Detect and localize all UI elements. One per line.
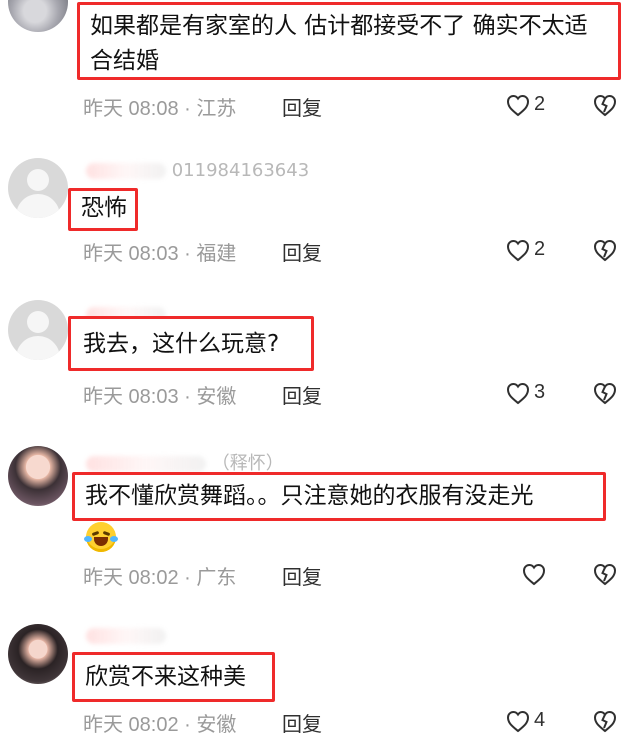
comment-time-location: 昨天 08:02 · 安徽 xyxy=(83,714,237,736)
avatar[interactable] xyxy=(8,300,68,360)
avatar[interactable] xyxy=(8,624,68,684)
heart-outline-icon[interactable] xyxy=(521,562,547,586)
username-text: 011984163643 xyxy=(171,160,310,181)
laughing-crying-emoji xyxy=(84,522,118,552)
reply-button[interactable]: 回复 xyxy=(282,92,322,121)
like-count: 4 xyxy=(534,709,546,731)
like-count: 2 xyxy=(534,238,546,260)
broken-heart-icon[interactable] xyxy=(592,381,618,405)
heart-outline-icon[interactable] xyxy=(505,381,531,405)
like-count: 3 xyxy=(534,381,546,403)
comment-highlight-box: 如果都是有家室的人 估计都接受不了 确实不太适合结婚 xyxy=(77,2,621,80)
comment-time-location: 昨天 08:03 · 福建 xyxy=(83,243,237,265)
avatar[interactable] xyxy=(8,446,68,506)
broken-heart-icon[interactable] xyxy=(592,709,618,733)
comment-item: （释怀） 我不懂欣赏舞蹈。。只注意她的衣服有没走光 昨天 08:02 · 广东 … xyxy=(0,432,627,602)
like-count: 2 xyxy=(534,93,546,115)
heart-outline-icon[interactable] xyxy=(505,238,531,262)
avatar[interactable] xyxy=(8,158,68,218)
comment-text: 如果都是有家室的人 估计都接受不了 确实不太适合结婚 xyxy=(90,13,588,74)
avatar[interactable] xyxy=(8,0,68,32)
comment-item: 欣赏不来这种美 昨天 08:02 · 安徽 回复 4 xyxy=(0,612,627,739)
comment-item: 如果都是有家室的人 估计都接受不了 确实不太适合结婚 昨天 08:08 · 江苏… xyxy=(0,0,627,135)
comment-time-location: 昨天 08:08 · 江苏 xyxy=(83,98,237,120)
blurred-username-mask xyxy=(86,163,166,179)
reply-button[interactable]: 回复 xyxy=(282,237,322,266)
comment-highlight-box: 恐怖 xyxy=(68,188,138,231)
username[interactable]: （释怀） xyxy=(86,449,284,474)
broken-heart-icon[interactable] xyxy=(592,238,618,262)
comment-item: 011984163643 恐怖 昨天 08:03 · 福建 回复 2 xyxy=(0,150,627,285)
comment-highlight-box: 我不懂欣赏舞蹈。。只注意她的衣服有没走光 xyxy=(72,472,606,521)
comment-highlight-box: 我去，这什么玩意? xyxy=(68,316,314,371)
blurred-username-mask xyxy=(86,628,166,644)
reply-button[interactable]: 回复 xyxy=(282,708,322,737)
comment-text: 恐怖 xyxy=(81,195,127,221)
broken-heart-icon[interactable] xyxy=(592,93,618,117)
username[interactable] xyxy=(86,625,166,645)
username[interactable]: 011984163643 xyxy=(86,160,310,181)
broken-heart-icon[interactable] xyxy=(592,562,618,586)
username-text: （释怀） xyxy=(211,453,284,474)
comment-text: 我不懂欣赏舞蹈。。只注意她的衣服有没走光 xyxy=(85,483,534,509)
comment-time-location: 昨天 08:03 · 安徽 xyxy=(83,386,237,408)
heart-outline-icon[interactable] xyxy=(505,709,531,733)
comment-highlight-box: 欣赏不来这种美 xyxy=(72,652,275,702)
comment-item: 我去，这什么玩意? 昨天 08:03 · 安徽 回复 3 xyxy=(0,292,627,427)
blurred-username-mask xyxy=(86,456,206,472)
comment-time-location: 昨天 08:02 · 广东 xyxy=(83,567,237,589)
comment-text: 欣赏不来这种美 xyxy=(85,664,246,690)
comment-text: 我去，这什么玩意? xyxy=(83,331,280,357)
heart-outline-icon[interactable] xyxy=(505,93,531,117)
reply-button[interactable]: 回复 xyxy=(282,380,322,409)
reply-button[interactable]: 回复 xyxy=(282,561,322,590)
